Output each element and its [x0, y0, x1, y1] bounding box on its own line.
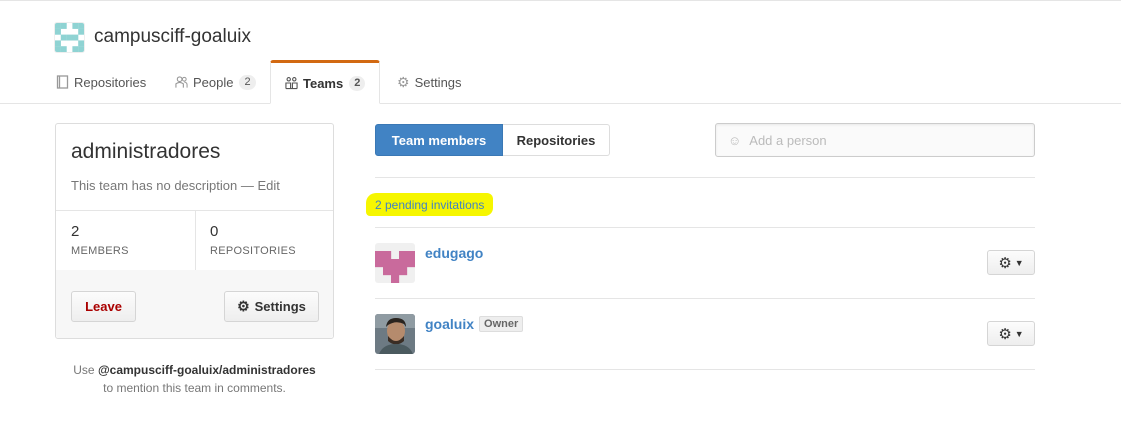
tab-teams-label: Teams — [303, 75, 344, 91]
repositories-stat[interactable]: 0 REPOSITORIES — [195, 211, 333, 270]
repositories-label: REPOSITORIES — [210, 245, 296, 257]
org-name[interactable]: campusciff-goaluix — [94, 26, 251, 48]
repo-icon — [56, 75, 69, 89]
mention-suffix: to mention this team in comments. — [103, 381, 286, 395]
identicon-pattern — [55, 22, 84, 52]
pending-invitations-link[interactable]: 2 pending invitations — [366, 193, 494, 216]
team-stats: 2 MEMBERS 0 REPOSITORIES — [56, 210, 333, 271]
team-card-actions: Leave ⚙ Settings — [56, 270, 333, 338]
add-person-input[interactable] — [747, 131, 1012, 149]
mention-handle: @campusciff-goaluix/administradores — [97, 363, 316, 377]
team-view-toggle: Team members Repositories — [375, 124, 610, 156]
member-actions-button[interactable]: ⚙ ▼ — [987, 250, 1035, 275]
org-tabs: Repositories People 2 Teams 2 ⚙ Settings — [0, 60, 1121, 104]
gear-icon: ⚙ — [998, 325, 1012, 343]
member-name-link[interactable]: goaluix Owner — [425, 316, 524, 332]
gear-icon: ⚙ — [397, 74, 410, 90]
mention-prefix: Use — [73, 363, 98, 377]
team-card: administradores This team has no descrip… — [55, 123, 334, 339]
org-header: campusciff-goaluix — [54, 21, 251, 53]
people-icon — [175, 76, 188, 88]
tab-repositories[interactable]: Repositories — [56, 61, 146, 103]
gear-icon: ⚙ — [237, 298, 250, 314]
team-repositories-tab-button[interactable]: Repositories — [503, 124, 610, 156]
tab-settings[interactable]: ⚙ Settings — [397, 61, 462, 103]
avatar[interactable] — [375, 243, 415, 283]
top-border — [0, 0, 1121, 3]
teams-icon — [285, 77, 298, 90]
identicon-pattern — [375, 251, 415, 283]
tab-people[interactable]: People 2 — [175, 61, 256, 103]
team-description: This team has no description — Edit — [71, 178, 280, 193]
avatar[interactable] — [375, 314, 415, 354]
member-name: goaluix — [425, 316, 475, 332]
members-label: MEMBERS — [71, 245, 129, 257]
divider — [375, 177, 1035, 178]
description-separator: — — [237, 178, 258, 193]
teams-count-badge: 2 — [349, 75, 366, 91]
person-icon: ☺ — [728, 132, 742, 148]
caret-down-icon: ▼ — [1014, 328, 1024, 339]
caret-down-icon: ▼ — [1014, 257, 1024, 268]
member-row: goaluix Owner ⚙ ▼ — [375, 299, 1035, 370]
org-avatar[interactable] — [54, 21, 85, 53]
owner-badge: Owner — [479, 316, 524, 332]
mention-note: Use @campusciff-goaluix/administradores … — [55, 361, 334, 397]
members-count: 2 — [71, 223, 80, 240]
leave-button[interactable]: Leave — [71, 291, 136, 322]
add-person-field[interactable]: ☺ — [715, 123, 1035, 157]
people-count-badge: 2 — [239, 74, 256, 90]
team-description-text: This team has no description — [71, 178, 238, 193]
repositories-count: 0 — [210, 223, 219, 240]
gear-icon: ⚙ — [998, 254, 1012, 272]
tab-repositories-label: Repositories — [74, 74, 147, 90]
tab-teams[interactable]: Teams 2 — [270, 60, 381, 104]
tab-people-label: People — [193, 74, 234, 90]
team-settings-label: Settings — [254, 299, 306, 314]
member-name-link[interactable]: edugago — [425, 245, 483, 261]
team-settings-button[interactable]: ⚙ Settings — [224, 291, 319, 322]
member-row: edugago ⚙ ▼ — [375, 228, 1035, 299]
team-members-tab-button[interactable]: Team members — [375, 124, 503, 156]
member-actions-button[interactable]: ⚙ ▼ — [987, 321, 1035, 346]
member-name: edugago — [425, 245, 484, 261]
user-photo — [375, 314, 415, 354]
tab-settings-label: Settings — [414, 74, 462, 90]
edit-description-link[interactable]: Edit — [257, 178, 279, 193]
team-name: administradores — [71, 140, 221, 163]
members-stat[interactable]: 2 MEMBERS — [56, 211, 196, 270]
